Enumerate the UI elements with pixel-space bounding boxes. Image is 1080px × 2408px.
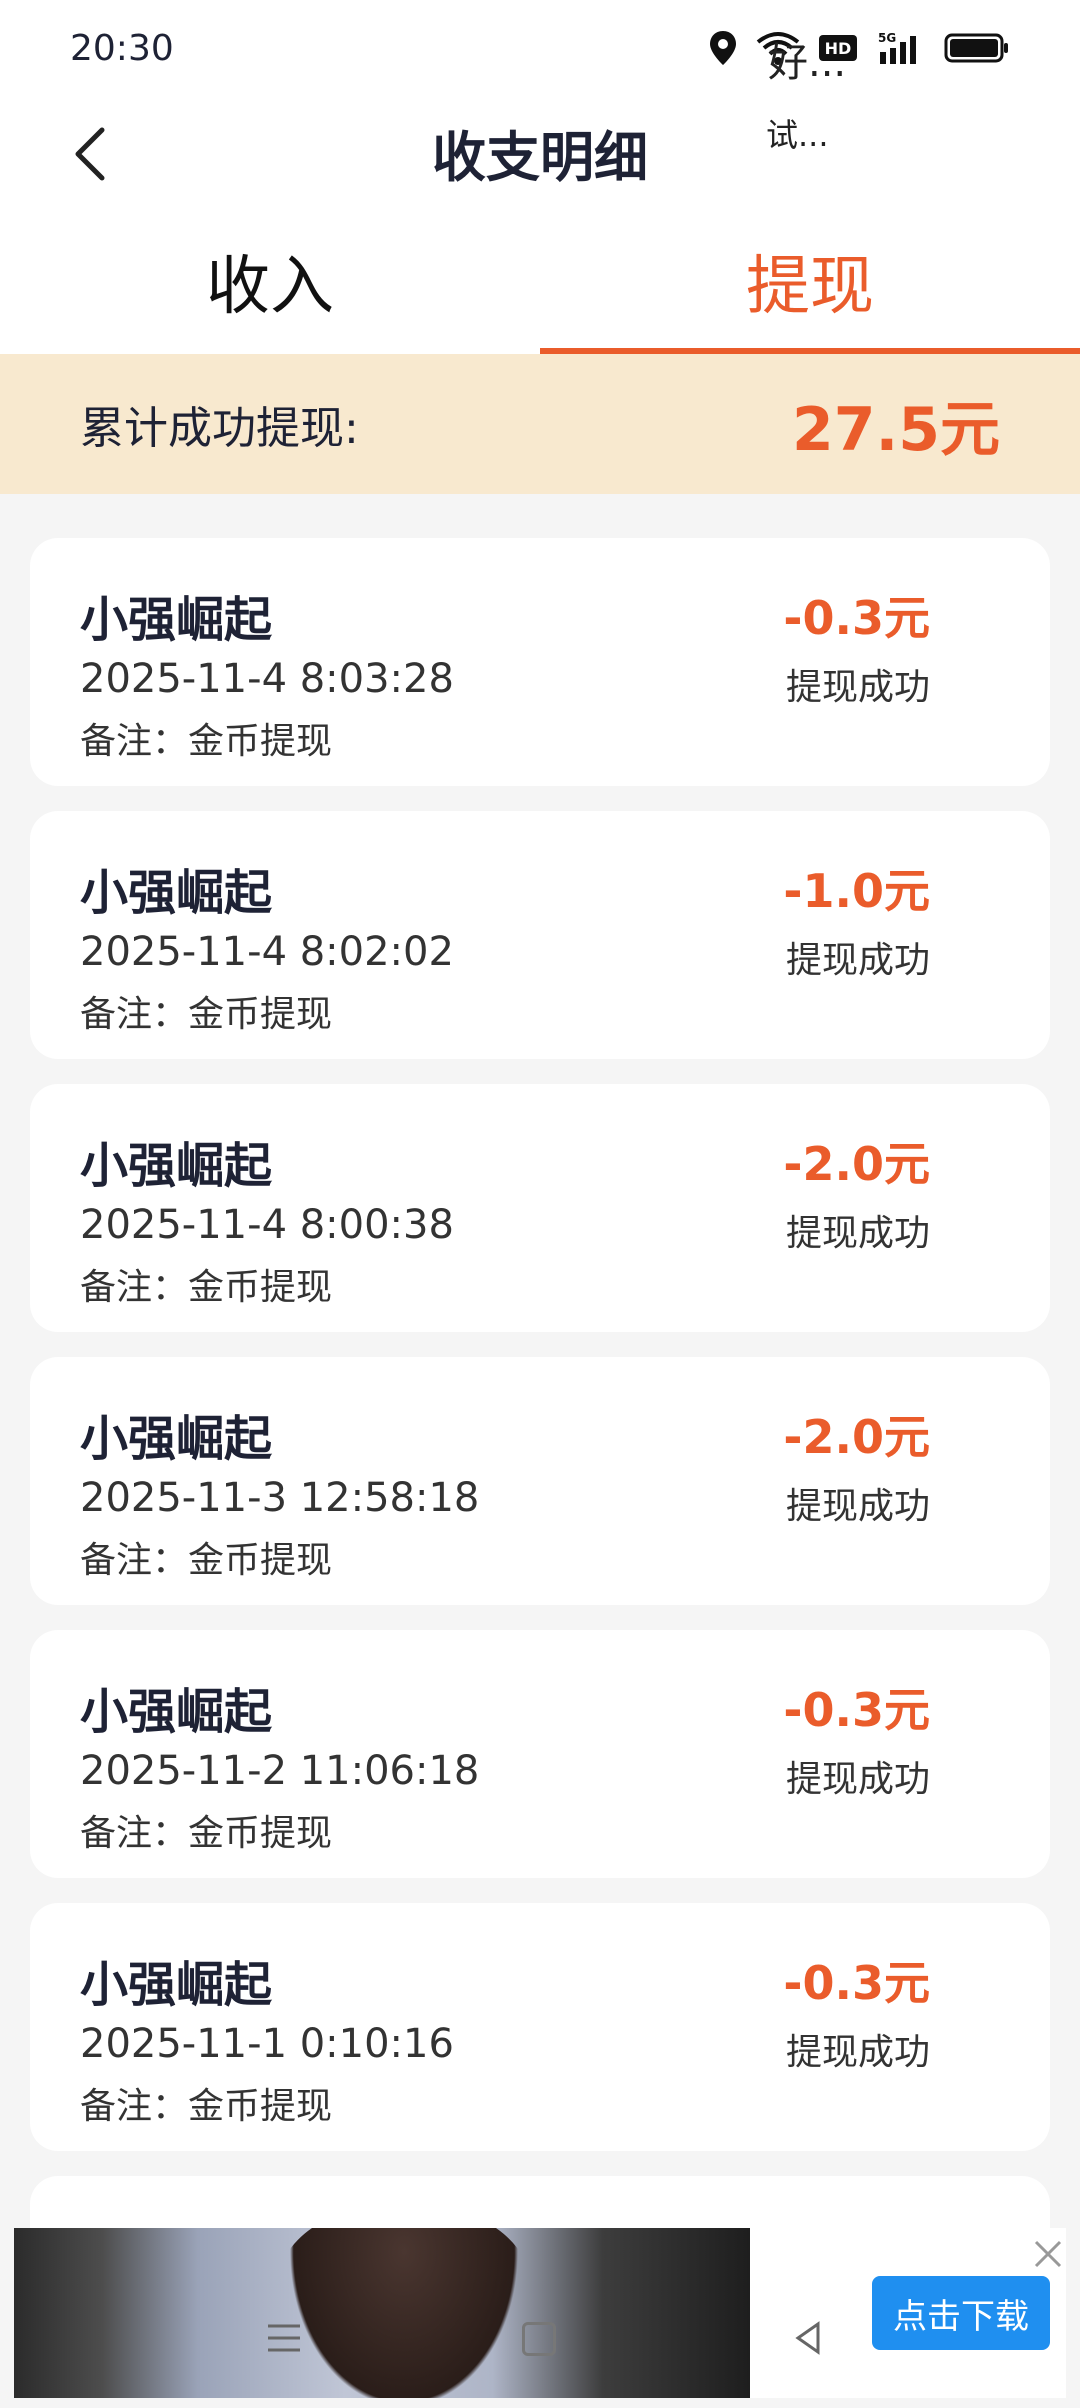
record-date: 2025-11-2 11:06:18 — [80, 1748, 480, 1794]
record-amount: -0.3元 — [783, 591, 930, 645]
ad-figure — [274, 2228, 534, 2398]
summary-amount: 27.5元 — [791, 394, 1000, 465]
summary-label: 累计成功提现: — [80, 403, 359, 454]
header: 收支明细 — [0, 96, 1080, 208]
ad-image[interactable] — [14, 2228, 750, 2398]
chevron-left-icon — [75, 127, 105, 181]
record-card[interactable]: 小强崛起 2025-11-4 8:03:28 备注：金币提现 -0.3元 提现成… — [30, 538, 1050, 786]
record-status: 提现成功 — [785, 1486, 930, 1527]
tab-income[interactable]: 收入 — [0, 208, 540, 354]
record-amount: -1.0元 — [783, 864, 930, 918]
withdraw-summary: 累计成功提现: 27.5元 — [0, 354, 1080, 494]
record-name: 小强崛起 — [80, 865, 273, 921]
record-card[interactable]: 小强崛起 2025-11-2 11:06:18 备注：金币提现 -0.3元 提现… — [30, 1630, 1050, 1878]
record-list: 小强崛起 2025-11-4 8:03:28 备注：金币提现 -0.3元 提现成… — [30, 538, 1050, 2256]
status-icons: HD 5G — [708, 29, 1010, 67]
record-status: 提现成功 — [785, 2032, 930, 2073]
record-note: 备注：金币提现 — [80, 1813, 333, 1854]
record-name: 小强崛起 — [80, 1957, 273, 2013]
record-note: 备注：金币提现 — [80, 994, 333, 1035]
tab-withdraw[interactable]: 提现 — [540, 208, 1080, 354]
close-icon[interactable] — [1030, 2236, 1066, 2272]
record-card[interactable]: 小强崛起 2025-11-1 0:10:16 备注：金币提现 -0.3元 提现成… — [30, 1903, 1050, 2151]
page-title: 收支明细 — [432, 125, 648, 189]
tab-bar: 收入 提现 — [0, 208, 1080, 354]
record-date: 2025-11-4 8:02:02 — [80, 929, 454, 975]
record-status: 提现成功 — [785, 940, 930, 981]
record-note: 备注：金币提现 — [80, 2086, 333, 2127]
ad-download-button[interactable]: 点击下载 — [872, 2276, 1050, 2350]
status-time: 20:30 — [70, 27, 174, 69]
record-amount: -0.3元 — [783, 1956, 930, 2010]
record-status: 提现成功 — [785, 1213, 930, 1254]
record-card[interactable]: 小强崛起 2025-11-4 8:02:02 备注：金币提现 -1.0元 提现成… — [30, 811, 1050, 1059]
record-amount: -2.0元 — [783, 1410, 930, 1464]
back-button[interactable] — [50, 114, 130, 194]
record-date: 2025-11-4 8:03:28 — [80, 656, 454, 702]
record-card[interactable]: 小强崛起 2025-11-3 12:58:18 备注：金币提现 -2.0元 提现… — [30, 1357, 1050, 1605]
record-date: 2025-11-4 8:00:38 — [80, 1202, 454, 1248]
record-note: 备注：金币提现 — [80, 721, 333, 762]
record-date: 2025-11-1 0:10:16 — [80, 2021, 454, 2067]
ad-title: 好... — [768, 40, 847, 86]
record-note: 备注：金币提现 — [80, 1267, 333, 1308]
record-date: 2025-11-3 12:58:18 — [80, 1475, 480, 1521]
record-name: 小强崛起 — [80, 1411, 273, 1467]
status-bar: 20:30 HD 5G — [0, 0, 1080, 96]
back-nav-icon[interactable] — [788, 2318, 828, 2358]
record-status: 提现成功 — [785, 1759, 930, 1800]
record-name: 小强崛起 — [80, 1138, 273, 1194]
battery-icon — [944, 33, 1008, 63]
record-name: 小强崛起 — [80, 1684, 273, 1740]
location-icon — [710, 31, 736, 65]
signal-5g-icon: 5G — [878, 31, 916, 64]
record-card[interactable]: 小强崛起 2025-11-4 8:00:38 备注：金币提现 -2.0元 提现成… — [30, 1084, 1050, 1332]
record-amount: -0.3元 — [783, 1683, 930, 1737]
home-nav-button[interactable] — [522, 2322, 556, 2356]
record-name: 小强崛起 — [80, 592, 273, 648]
record-status: 提现成功 — [785, 667, 930, 708]
record-amount: -2.0元 — [783, 1137, 930, 1191]
record-note: 备注：金币提现 — [80, 1540, 333, 1581]
ad-subtitle: 试... — [766, 116, 829, 154]
menu-icon[interactable] — [264, 2318, 304, 2358]
network-label: 5G — [878, 31, 896, 45]
